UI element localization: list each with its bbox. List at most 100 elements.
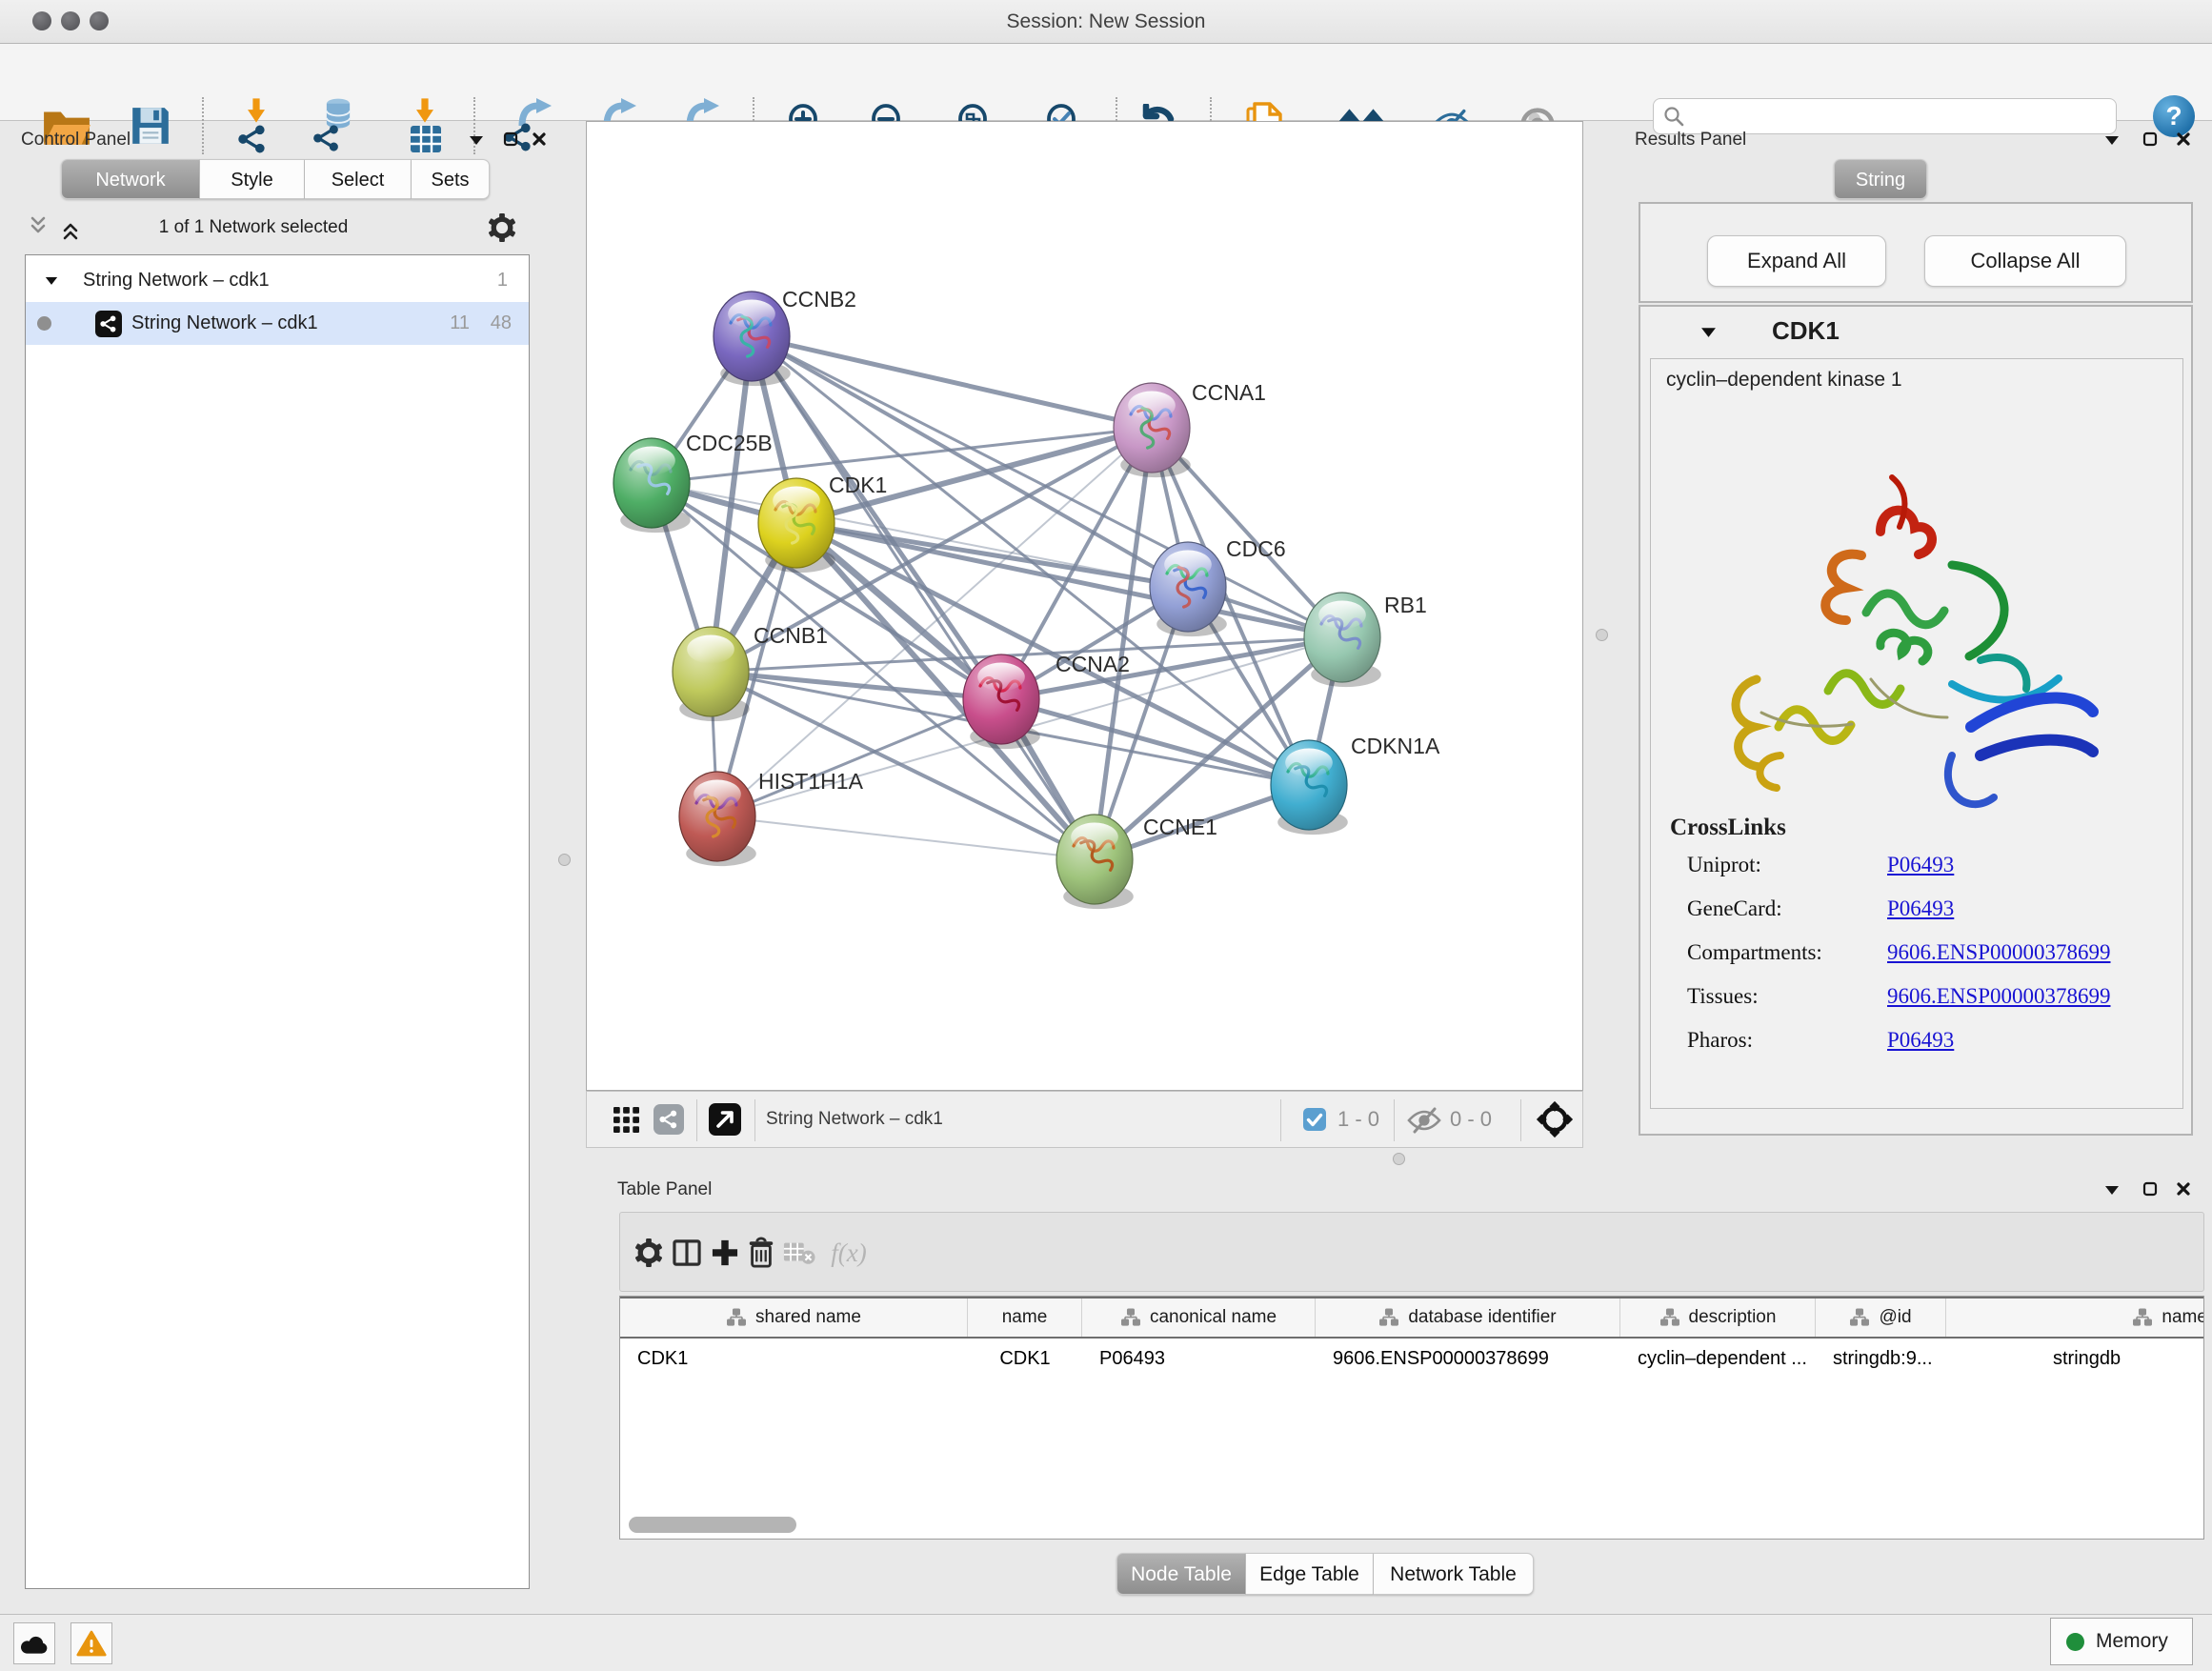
results-panel-title: Results Panel bbox=[1635, 130, 1746, 151]
network-share-icon bbox=[95, 311, 122, 337]
window-title: Session: New Session bbox=[0, 0, 2212, 44]
network-list: String Network – cdk1 1 String Network –… bbox=[25, 254, 530, 1589]
column-header-shared-name[interactable]: shared name bbox=[620, 1299, 968, 1337]
node-label-CDC6: CDC6 bbox=[1226, 536, 1286, 561]
protein-name: CDK1 bbox=[1772, 316, 1840, 346]
expand-all-button[interactable]: Expand All bbox=[1707, 235, 1886, 287]
results-panel-close-icon[interactable] bbox=[2176, 131, 2191, 151]
tab-edge-table[interactable]: Edge Table bbox=[1246, 1553, 1374, 1595]
tab-network-table[interactable]: Network Table bbox=[1374, 1553, 1534, 1595]
tab-style[interactable]: Style bbox=[200, 159, 305, 199]
cell-name: CDK1 bbox=[968, 1348, 1082, 1370]
cloud-status-button[interactable] bbox=[13, 1622, 55, 1664]
column-header-id[interactable]: @id bbox=[1816, 1299, 1946, 1337]
separator bbox=[696, 1099, 697, 1141]
toolbar-separator bbox=[202, 97, 204, 154]
column-header-database-identifier[interactable]: database identifier bbox=[1316, 1299, 1620, 1337]
warning-icon bbox=[76, 1630, 107, 1658]
protein-collapse-icon[interactable] bbox=[1700, 326, 1717, 343]
edge-CCNB2-CCNA1[interactable] bbox=[752, 336, 1152, 428]
search-input[interactable] bbox=[1692, 107, 2092, 127]
protein-result-card: CDK1 cyclin–dependent kinase 1 bbox=[1639, 305, 2193, 1136]
network-node-CDKN1A[interactable]: CDKN1A bbox=[1271, 734, 1440, 835]
warnings-button[interactable] bbox=[70, 1622, 112, 1664]
delete-column-trash-icon[interactable] bbox=[744, 1213, 778, 1293]
control-panel-title: Control Panel bbox=[21, 130, 131, 151]
control-panel-menu-icon[interactable] bbox=[469, 133, 484, 151]
cell-database-identifier: 9606.ENSP00000378699 bbox=[1316, 1348, 1620, 1370]
center-view-crosshair-icon[interactable] bbox=[1536, 1100, 1574, 1143]
column-header-namespace[interactable]: namespace bbox=[1946, 1299, 2204, 1337]
table-panel-menu-icon[interactable] bbox=[2104, 1183, 2120, 1200]
control-panel-close-icon[interactable] bbox=[532, 131, 547, 151]
hierarchy-icon bbox=[1378, 1307, 1399, 1328]
bottom-splitter-handle[interactable] bbox=[1393, 1153, 1405, 1165]
memory-label: Memory bbox=[2096, 1630, 2168, 1653]
import-network-database-icon[interactable] bbox=[312, 98, 365, 153]
tab-network[interactable]: Network bbox=[61, 159, 200, 199]
network-list-options-gear-icon[interactable] bbox=[488, 213, 516, 247]
add-column-icon[interactable] bbox=[708, 1213, 742, 1293]
collapse-all-button[interactable]: Collapse All bbox=[1924, 235, 2126, 287]
birdseye-grid-icon[interactable] bbox=[613, 1107, 639, 1137]
right-splitter-handle[interactable] bbox=[1596, 629, 1608, 641]
table-settings-gear-icon[interactable] bbox=[632, 1213, 666, 1293]
edge-CCNA2-HIST1H1A[interactable] bbox=[717, 699, 1001, 816]
tab-node-table[interactable]: Node Table bbox=[1116, 1553, 1246, 1595]
table-panel-close-icon[interactable] bbox=[2176, 1181, 2191, 1201]
node-label-CDK1: CDK1 bbox=[829, 473, 887, 497]
crosslink-genecard[interactable]: P06493 bbox=[1887, 896, 1954, 921]
save-session-icon[interactable] bbox=[124, 98, 177, 153]
results-panel-float-icon[interactable] bbox=[2142, 131, 2158, 151]
network-node-CCNA1[interactable]: CCNA1 bbox=[1114, 380, 1266, 477]
network-node-CCNB1[interactable]: CCNB1 bbox=[673, 623, 828, 721]
results-panel-menu-icon[interactable] bbox=[2104, 133, 2120, 151]
control-panel-float-icon[interactable] bbox=[503, 131, 518, 151]
crosslinks-list: Uniprot:P06493 GeneCard:P06493 Compartme… bbox=[1687, 853, 2163, 1072]
network-row-selected[interactable]: String Network – cdk1 11 48 bbox=[26, 302, 529, 345]
table-row[interactable]: CDK1 CDK1 P06493 9606.ENSP00000378699 cy… bbox=[620, 1339, 2203, 1379]
column-header-canonical-name[interactable]: canonical name bbox=[1082, 1299, 1316, 1337]
table-panel-float-icon[interactable] bbox=[2142, 1181, 2158, 1201]
network-selection-status: 1 of 1 Network selected bbox=[25, 217, 482, 238]
tab-sets[interactable]: Sets bbox=[412, 159, 490, 199]
edge-HIST1H1A-CCNE1[interactable] bbox=[717, 816, 1095, 859]
node-label-HIST1H1A: HIST1H1A bbox=[758, 769, 864, 794]
edge-CCNA1-CCNE1[interactable] bbox=[1095, 428, 1152, 859]
left-splitter-handle[interactable] bbox=[558, 854, 571, 866]
network-node-CCNE1[interactable]: CCNE1 bbox=[1056, 815, 1217, 909]
tab-string[interactable]: String bbox=[1834, 159, 1927, 199]
crosslink-tissues[interactable]: 9606.ENSP00000378699 bbox=[1887, 984, 2111, 1009]
cloud-icon bbox=[20, 1632, 49, 1655]
crosslink-compartments[interactable]: 9606.ENSP00000378699 bbox=[1887, 940, 2111, 965]
function-builder-icon-disabled: f(x) bbox=[822, 1213, 875, 1293]
import-table-icon[interactable] bbox=[400, 98, 453, 153]
network-collection-row[interactable]: String Network – cdk1 1 bbox=[26, 259, 529, 302]
crosslink-pharos[interactable]: P06493 bbox=[1887, 1028, 1954, 1053]
network-canvas[interactable]: CCNB2CCNA1CDC25BCDK1CDC6RB1CCNB1CCNA2CDK… bbox=[586, 121, 1583, 1091]
import-network-file-icon[interactable] bbox=[232, 98, 286, 153]
crosslink-uniprot[interactable]: P06493 bbox=[1887, 853, 1954, 877]
open-in-window-icon[interactable] bbox=[709, 1103, 741, 1140]
hidden-count: 0 - 0 bbox=[1450, 1092, 1492, 1147]
table-header-row: shared name name canonical name database… bbox=[620, 1297, 2203, 1339]
collection-expand-icon[interactable] bbox=[45, 270, 58, 292]
table-panel-title: Table Panel bbox=[617, 1179, 712, 1200]
main-toolbar: ? bbox=[0, 44, 2212, 121]
network-node-HIST1H1A[interactable]: HIST1H1A bbox=[679, 769, 864, 866]
selected-checkbox-icon[interactable] bbox=[1303, 1108, 1326, 1136]
separator bbox=[754, 1099, 755, 1141]
table-horizontal-scrollbar[interactable] bbox=[629, 1517, 796, 1533]
column-header-description[interactable]: description bbox=[1620, 1299, 1816, 1337]
network-node-CCNB2[interactable]: CCNB2 bbox=[714, 287, 856, 386]
show-columns-icon[interactable] bbox=[670, 1213, 704, 1293]
column-header-name[interactable]: name bbox=[968, 1299, 1082, 1337]
tab-select[interactable]: Select bbox=[305, 159, 412, 199]
node-label-CCNA1: CCNA1 bbox=[1192, 380, 1266, 405]
separator bbox=[1520, 1099, 1521, 1141]
memory-button[interactable]: Memory bbox=[2050, 1618, 2193, 1665]
network-node-RB1[interactable]: RB1 bbox=[1304, 593, 1427, 687]
hidden-eye-slash-icon[interactable] bbox=[1406, 1107, 1442, 1138]
network-type-share-icon[interactable] bbox=[654, 1104, 684, 1135]
hierarchy-icon bbox=[2132, 1307, 2153, 1328]
